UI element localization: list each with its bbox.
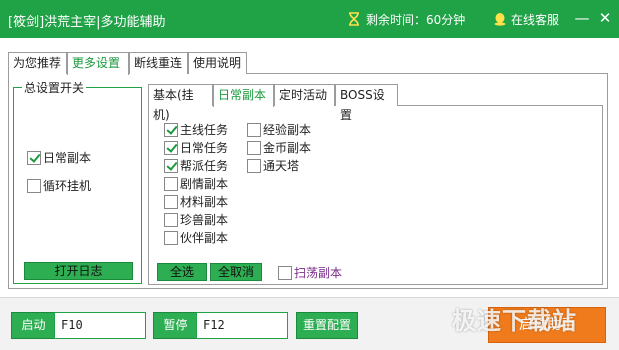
- checkbox-box[interactable]: [164, 194, 178, 209]
- watermark: 极速下载站: [452, 307, 577, 335]
- reset-config-button[interactable]: 重置配置: [296, 312, 358, 339]
- checkbox-box[interactable]: [164, 140, 178, 155]
- checkbox-box[interactable]: [247, 122, 261, 137]
- select-all-button[interactable]: 全选: [157, 263, 207, 281]
- start-hotkey-input[interactable]: F10: [54, 312, 146, 339]
- material-dungeon-checkbox[interactable]: 材料副本: [164, 193, 228, 210]
- tab-basic[interactable]: 基本(挂机): [148, 84, 213, 122]
- partner-dungeon-checkbox[interactable]: 伙伴副本: [164, 229, 228, 246]
- checkbox-label: 金币副本: [263, 141, 312, 155]
- master-loop-idle-checkbox[interactable]: 循环挂机: [27, 177, 91, 194]
- tab-more-settings[interactable]: 更多设置: [67, 52, 129, 75]
- checkbox-box[interactable]: [247, 140, 261, 155]
- checkbox-label: 日常任务: [180, 141, 229, 155]
- checkbox-box[interactable]: [164, 212, 178, 227]
- group-title: 总设置开关: [22, 79, 87, 96]
- deselect-all-button[interactable]: 全取消: [210, 263, 262, 281]
- checkbox-label: 扫荡副本: [294, 266, 343, 280]
- checkbox-label: 材料副本: [180, 195, 229, 209]
- checkbox-label: 通天塔: [263, 159, 300, 173]
- title-bar: [筱剑]洪荒主宰|多功能辅助 剩余时间：60分钟 在线客服 — ✕: [0, 0, 619, 38]
- sweep-dungeon-checkbox[interactable]: 扫荡副本: [278, 264, 342, 281]
- checkbox-box[interactable]: [164, 176, 178, 191]
- open-log-button[interactable]: 打开日志: [24, 262, 133, 280]
- remaining-time-text: 剩余时间：60分钟: [366, 13, 466, 27]
- tab-recommend[interactable]: 为您推荐: [8, 52, 67, 74]
- checkbox-box[interactable]: [164, 230, 178, 245]
- pause-hotkey-label: 暂停: [153, 312, 198, 339]
- checkbox-box[interactable]: [278, 265, 292, 280]
- start-hotkey-label: 启动: [11, 312, 56, 339]
- checkbox-label: 剧情副本: [180, 177, 229, 191]
- checkbox-box[interactable]: [164, 122, 178, 137]
- tab-boss-settings[interactable]: BOSS设置: [335, 84, 398, 122]
- tab-timed-events[interactable]: 定时活动: [274, 84, 335, 106]
- exp-dungeon-checkbox[interactable]: 经验副本: [247, 121, 311, 138]
- checkbox-label: 循环挂机: [43, 179, 92, 193]
- checkbox-label: 珍兽副本: [180, 213, 229, 227]
- minimize-button[interactable]: —: [573, 9, 591, 27]
- checkbox-box[interactable]: [27, 178, 41, 193]
- online-support-link[interactable]: 在线客服: [493, 11, 559, 28]
- checkbox-label: 日常副本: [43, 151, 92, 165]
- main-quest-checkbox[interactable]: 主线任务: [164, 121, 228, 138]
- window-title: [筱剑]洪荒主宰|多功能辅助: [8, 15, 166, 30]
- pause-hotkey-input[interactable]: F12: [196, 312, 288, 339]
- online-support-label: 在线客服: [511, 13, 560, 27]
- penguin-icon: [494, 13, 506, 26]
- tab-daily-dungeon[interactable]: 日常副本: [213, 84, 274, 107]
- tab-reconnect[interactable]: 断线重连: [129, 52, 188, 74]
- remaining-time: 剩余时间：60分钟: [348, 11, 465, 28]
- tab-instructions[interactable]: 使用说明: [188, 52, 247, 74]
- master-daily-dungeon-checkbox[interactable]: 日常副本: [27, 149, 91, 166]
- story-dungeon-checkbox[interactable]: 剧情副本: [164, 175, 228, 192]
- beast-dungeon-checkbox[interactable]: 珍兽副本: [164, 211, 228, 228]
- checkbox-box[interactable]: [164, 158, 178, 173]
- checkbox-label: 经验副本: [263, 123, 312, 137]
- checkbox-label: 主线任务: [180, 123, 229, 137]
- checkbox-box[interactable]: [247, 158, 261, 173]
- daily-quest-checkbox[interactable]: 日常任务: [164, 139, 228, 156]
- sky-tower-checkbox[interactable]: 通天塔: [247, 157, 299, 174]
- hourglass-icon: [349, 12, 359, 26]
- gold-dungeon-checkbox[interactable]: 金币副本: [247, 139, 311, 156]
- guild-quest-checkbox[interactable]: 帮派任务: [164, 157, 228, 174]
- checkbox-label: 伙伴副本: [180, 231, 229, 245]
- checkbox-label: 帮派任务: [180, 159, 229, 173]
- close-button[interactable]: ✕: [596, 9, 614, 27]
- checkbox-box[interactable]: [27, 150, 41, 165]
